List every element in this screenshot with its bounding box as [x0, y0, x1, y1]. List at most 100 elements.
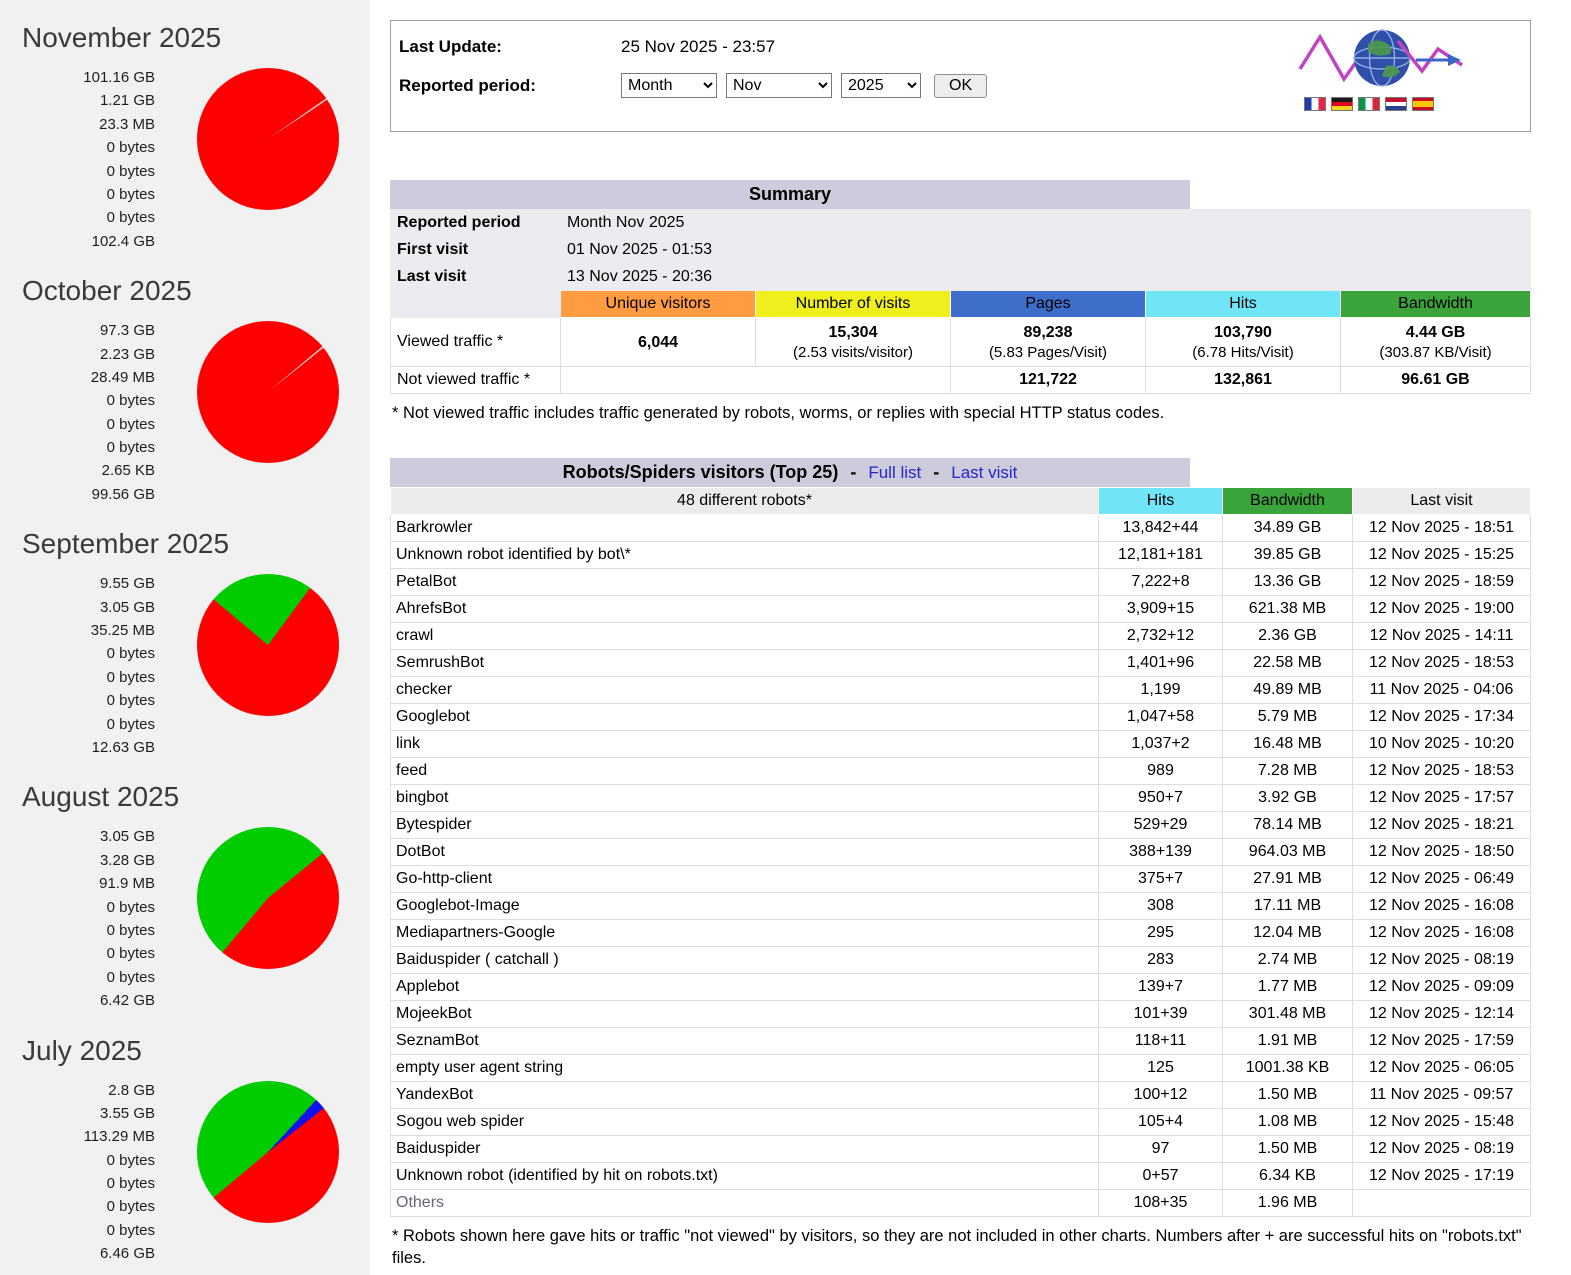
robot-hits: 108+35	[1099, 1190, 1223, 1217]
robot-last-visit: 10 Nov 2025 - 10:20	[1353, 731, 1531, 758]
robot-hits: 1,199	[1099, 677, 1223, 704]
robot-name: Googlebot-Image	[391, 893, 1099, 920]
separator: -	[850, 462, 856, 483]
period-unit-select[interactable]: Month	[621, 73, 717, 98]
col-number-of-visits: Number of visits	[756, 291, 951, 318]
robot-hits: 308	[1099, 893, 1223, 920]
robot-bandwidth: 13.36 GB	[1223, 569, 1353, 596]
month-stat-value: 0 bytes	[0, 1149, 155, 1172]
robot-hits: 118+11	[1099, 1028, 1223, 1055]
month-stat-value: 3.55 GB	[0, 1102, 155, 1125]
robot-last-visit: 12 Nov 2025 - 06:49	[1353, 866, 1531, 893]
language-flag-icon[interactable]	[1412, 97, 1434, 111]
robot-row: empty user agent string 125 1001.38 KB 1…	[391, 1055, 1531, 1082]
month-stat-value: 3.05 GB	[0, 825, 155, 848]
robots-section-title: Robots/Spiders visitors (Top 25) - Full …	[390, 458, 1190, 487]
monthly-history-sidebar: November 2025 101.16 GB1.21 GB23.3 MB0 b…	[0, 0, 370, 1275]
robot-row: checker 1,199 49.89 MB 11 Nov 2025 - 04:…	[391, 677, 1531, 704]
robot-row: Googlebot 1,047+58 5.79 MB 12 Nov 2025 -…	[391, 704, 1531, 731]
month-stat-value: 0 bytes	[0, 160, 155, 183]
robot-hits: 283	[1099, 947, 1223, 974]
last-visit-link[interactable]: Last visit	[951, 463, 1017, 483]
period-year-select[interactable]: 2025	[841, 73, 921, 98]
robot-last-visit: 12 Nov 2025 - 19:00	[1353, 596, 1531, 623]
robots-footnote: * Robots shown here gave hits or traffic…	[392, 1226, 1529, 1269]
robot-bandwidth: 3.92 GB	[1223, 785, 1353, 812]
month-stat-value: 99.56 GB	[0, 483, 155, 506]
month-title: September 2025	[22, 528, 370, 560]
robot-bandwidth: 6.34 KB	[1223, 1163, 1353, 1190]
language-flag-icon[interactable]	[1304, 97, 1326, 111]
viewed-number-of-visits: 15,304(2.53 visits/visitor)	[756, 318, 951, 367]
month-stat-value: 0 bytes	[0, 436, 155, 459]
summary-info-label: Reported period	[391, 210, 561, 237]
month-stat-value: 0 bytes	[0, 206, 155, 229]
month-summary-block: September 2025 9.55 GB3.05 GB35.25 MB0 b…	[0, 528, 370, 759]
robot-bandwidth: 78.14 MB	[1223, 812, 1353, 839]
month-stat-value: 0 bytes	[0, 136, 155, 159]
robot-bandwidth: 49.89 MB	[1223, 677, 1353, 704]
period-month-select[interactable]: Nov	[726, 73, 832, 98]
robot-name: MojeekBot	[391, 1001, 1099, 1028]
robot-row: bingbot 950+7 3.92 GB 12 Nov 2025 - 17:5…	[391, 785, 1531, 812]
month-stat-value: 0 bytes	[0, 713, 155, 736]
language-flag-icon[interactable]	[1385, 97, 1407, 111]
month-stats-list: 9.55 GB3.05 GB35.25 MB0 bytes0 bytes0 by…	[0, 572, 155, 759]
robot-name: link	[391, 731, 1099, 758]
last-update-value: 25 Nov 2025 - 23:57	[621, 37, 775, 57]
robot-hits: 125	[1099, 1055, 1223, 1082]
month-stat-value: 0 bytes	[0, 666, 155, 689]
robot-hits: 989	[1099, 758, 1223, 785]
month-stat-value: 35.25 MB	[0, 619, 155, 642]
month-stat-value: 2.8 GB	[0, 1079, 155, 1102]
robot-name: empty user agent string	[391, 1055, 1099, 1082]
robot-hits: 105+4	[1099, 1109, 1223, 1136]
viewed-traffic-row: Viewed traffic * 6,044 15,304(2.53 visit…	[391, 318, 1531, 367]
robot-bandwidth: 1.08 MB	[1223, 1109, 1353, 1136]
robot-name: Go-http-client	[391, 866, 1099, 893]
robot-bandwidth: 1.50 MB	[1223, 1136, 1353, 1163]
robot-name: PetalBot	[391, 569, 1099, 596]
robots-header-row: 48 different robots* Hits Bandwidth Last…	[391, 488, 1531, 515]
robot-hits: 13,842+44	[1099, 515, 1223, 542]
robot-bandwidth: 16.48 MB	[1223, 731, 1353, 758]
month-traffic-pie-chart	[197, 321, 339, 463]
col-hits: Hits	[1099, 488, 1223, 515]
robot-row: Others 108+35 1.96 MB	[391, 1190, 1531, 1217]
month-stats-row: 101.16 GB1.21 GB23.3 MB0 bytes0 bytes0 b…	[0, 66, 370, 253]
month-stat-value: 6.46 GB	[0, 1242, 155, 1265]
month-stat-value: 0 bytes	[0, 1219, 155, 1242]
robot-name: Unknown robot identified by bot\*	[391, 542, 1099, 569]
summary-info-row: First visit 01 Nov 2025 - 01:53	[391, 237, 1531, 264]
robot-hits: 100+12	[1099, 1082, 1223, 1109]
summary-info-row: Last visit 13 Nov 2025 - 20:36	[391, 264, 1531, 291]
month-stat-value: 0 bytes	[0, 642, 155, 665]
robot-last-visit: 12 Nov 2025 - 16:08	[1353, 893, 1531, 920]
month-stat-value: 23.3 MB	[0, 113, 155, 136]
awstats-logo	[1298, 27, 1468, 111]
ok-button[interactable]: OK	[934, 74, 987, 98]
full-list-link[interactable]: Full list	[868, 463, 921, 483]
month-stat-value: 1.21 GB	[0, 89, 155, 112]
month-summary-block: October 2025 97.3 GB2.23 GB28.49 MB0 byt…	[0, 275, 370, 506]
month-stat-value: 2.23 GB	[0, 343, 155, 366]
viewed-pages: 89,238(5.83 Pages/Visit)	[951, 318, 1146, 367]
robot-row: crawl 2,732+12 2.36 GB 12 Nov 2025 - 14:…	[391, 623, 1531, 650]
robots-table: 48 different robots* Hits Bandwidth Last…	[390, 487, 1531, 1217]
robot-last-visit: 12 Nov 2025 - 18:21	[1353, 812, 1531, 839]
language-flag-icon[interactable]	[1358, 97, 1380, 111]
language-flag-icon[interactable]	[1331, 97, 1353, 111]
robot-bandwidth: 39.85 GB	[1223, 542, 1353, 569]
col-robots: 48 different robots*	[391, 488, 1099, 515]
robot-last-visit: 12 Nov 2025 - 09:09	[1353, 974, 1531, 1001]
robot-row: MojeekBot 101+39 301.48 MB 12 Nov 2025 -…	[391, 1001, 1531, 1028]
robot-name: Bytespider	[391, 812, 1099, 839]
month-stat-value: 0 bytes	[0, 966, 155, 989]
robot-bandwidth: 301.48 MB	[1223, 1001, 1353, 1028]
robot-bandwidth: 1.91 MB	[1223, 1028, 1353, 1055]
separator: -	[933, 462, 939, 483]
robot-bandwidth: 1.77 MB	[1223, 974, 1353, 1001]
robot-hits: 139+7	[1099, 974, 1223, 1001]
robot-bandwidth: 964.03 MB	[1223, 839, 1353, 866]
month-title: July 2025	[22, 1035, 370, 1067]
